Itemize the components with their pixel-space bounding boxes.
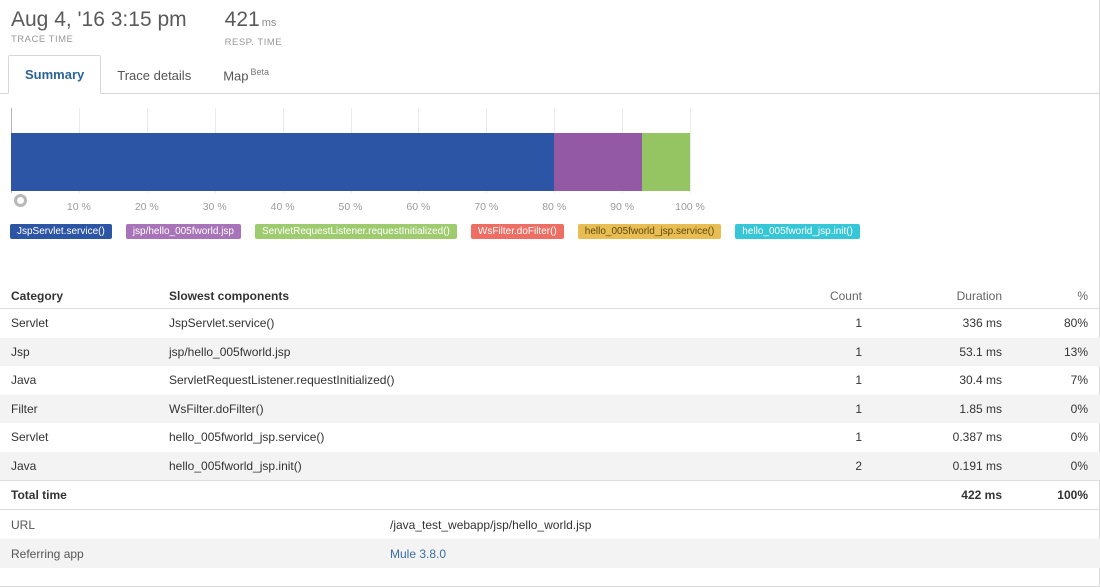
table-row[interactable]: Servlet hello_005fworld_jsp.service() 1 0.3…	[0, 423, 1100, 452]
stacked-bar[interactable]	[11, 133, 690, 191]
components-table: Category Slowest components Count Durati…	[0, 284, 1100, 568]
tick-label-50: 50 %	[338, 201, 363, 213]
tab-summary-label: Summary	[25, 67, 85, 82]
tick-label-100: 100 %	[675, 201, 705, 213]
table-body: Servlet JspServlet.service() 1 336 ms 80% Jsp…	[0, 309, 1100, 480]
chart-legend: JspServlet.service() jsp/hello_005fworld.…	[10, 224, 1090, 240]
legend-item-3[interactable]: WsFilter.doFilter()	[470, 224, 564, 239]
resp-time-label: RESP. TIME	[224, 37, 283, 48]
header-count: Count	[829, 289, 862, 303]
meta-row: URL/java_test_webapp/jsp/hello_world.jsp	[0, 510, 1100, 539]
legend-item-2[interactable]: ServletRequestListener.requestInitialize…	[254, 224, 457, 239]
tab-map-label: Map	[223, 68, 249, 83]
chart-zoom-handle-icon[interactable]	[14, 194, 27, 207]
bar-segment-0[interactable]	[11, 133, 555, 191]
resp-time-unit: ms	[261, 17, 277, 29]
table-row[interactable]: Filter WsFilter.doFilter() 1 1.85 ms 0%	[0, 394, 1100, 423]
tab-map[interactable]: Map Beta	[207, 54, 285, 94]
resp-time-value-wrap: 421 ms	[225, 8, 282, 35]
bar-segment-2[interactable]	[642, 133, 690, 191]
cell-duration: 53.1 ms	[959, 344, 1002, 359]
cell-count: 2	[855, 458, 862, 473]
cell-component: WsFilter.doFilter()	[169, 401, 264, 416]
tick-label-60: 60 %	[406, 201, 431, 213]
cell-percent: 0%	[1070, 458, 1088, 473]
cell-count: 1	[855, 316, 862, 331]
page-header: Aug 4, '16 3:15 pm TRACE TIME 421 ms RESP…	[0, 0, 1100, 52]
tab-trace-details-label: Trace details	[117, 68, 192, 83]
table-row[interactable]: Java hello_005fworld_jsp.init() 2 0.191 ms 0…	[0, 451, 1100, 480]
cell-percent: 0%	[1070, 430, 1088, 445]
cell-duration: 1.85 ms	[959, 401, 1002, 416]
cell-category: Java	[11, 373, 37, 388]
total-duration: 422 ms	[961, 488, 1002, 502]
cell-category: Servlet	[11, 430, 49, 445]
trace-time-value: Aug 4, '16 3:15 pm	[11, 8, 187, 31]
cell-count: 1	[855, 401, 862, 416]
tick-label-80: 80 %	[542, 201, 567, 213]
meta-row: Referring app Mule 3.8.0	[0, 539, 1100, 568]
tick-label-90: 90 %	[610, 201, 635, 213]
tab-trace-details[interactable]: Trace details	[101, 57, 207, 94]
legend-item-5[interactable]: hello_005fworld_jsp.init()	[735, 224, 860, 239]
table-total-row: Total time 422 ms 100%	[0, 480, 1100, 510]
header-component: Slowest components	[169, 289, 290, 303]
meta-key: Referring app	[11, 546, 84, 561]
tick-label-40: 40 %	[270, 201, 295, 213]
cell-component: ServletRequestListener.requestInitialize…	[169, 373, 395, 388]
resp-time-value: 421	[224, 8, 260, 31]
trace-time-metric: Aug 4, '16 3:15 pm TRACE TIME	[11, 8, 187, 45]
meta-value[interactable]: Mule 3.8.0	[390, 547, 1100, 561]
cell-component: JspServlet.service()	[169, 316, 275, 331]
cell-category: Filter	[11, 401, 38, 416]
cell-percent: 80%	[1063, 316, 1088, 331]
header-percent: %	[1077, 289, 1088, 303]
total-label: Total time	[11, 488, 67, 502]
cell-duration: 0.387 ms	[952, 430, 1002, 445]
trace-summary-page: Aug 4, '16 3:15 pm TRACE TIME 421 ms RESP…	[0, 0, 1100, 587]
duration-breakdown-chart: 10 % 20 % 30 % 40 % 50 % 60 % 70 % 80 % 90 % 100 …	[0, 108, 1100, 218]
cell-count: 1	[855, 373, 862, 388]
chart-x-tick-labels: 10 % 20 % 30 % 40 % 50 % 60 % 70 % 80 % 90 % 100 …	[0, 201, 1100, 217]
tick-label-20: 20 %	[134, 201, 159, 213]
tick-label-30: 30 %	[202, 201, 227, 213]
cell-duration: 0.191 ms	[952, 458, 1002, 473]
meta-value: /java_test_webapp/jsp/hello_world.jsp	[390, 517, 592, 532]
header-category: Category	[11, 289, 64, 303]
cell-component: hello_005fworld_jsp.init()	[169, 458, 302, 473]
header-duration: Duration	[956, 289, 1002, 303]
gridline-100	[690, 108, 691, 193]
table-row[interactable]: Jsp jsp/hello_005fworld.jsp 1 53.1 ms 13%	[0, 337, 1100, 366]
cell-duration: 336 ms	[962, 316, 1002, 331]
cell-percent: 7%	[1070, 373, 1088, 388]
table-header-row: Category Slowest components Count Durati…	[0, 284, 1100, 309]
cell-component: jsp/hello_005fworld.jsp	[169, 344, 291, 359]
tab-map-beta-badge: Beta	[250, 66, 269, 77]
cell-category: Java	[11, 458, 37, 473]
table-row[interactable]: Java ServletRequestListener.requestInitia…	[0, 366, 1100, 395]
trace-time-label: TRACE TIME	[11, 34, 74, 45]
cell-duration: 30.4 ms	[959, 373, 1002, 388]
legend-item-1[interactable]: jsp/hello_005fworld.jsp	[125, 224, 241, 239]
meta-key: URL	[11, 517, 36, 532]
cell-category: Jsp	[11, 344, 30, 359]
cell-category: Servlet	[11, 316, 49, 331]
cell-count: 1	[855, 430, 862, 445]
meta-list: URL/java_test_webapp/jsp/hello_world.jsp…	[0, 510, 1100, 568]
total-percent: 100%	[1057, 488, 1088, 502]
bar-segment-1[interactable]	[554, 133, 643, 191]
cell-component: hello_005fworld_jsp.service()	[169, 430, 325, 445]
legend-item-4[interactable]: hello_005fworld_jsp.service()	[577, 224, 722, 239]
cell-count: 1	[855, 344, 862, 359]
table-row[interactable]: Servlet JspServlet.service() 1 336 ms 80%	[0, 309, 1100, 338]
tab-bar: Summary Trace details Map Beta	[0, 54, 1100, 94]
cell-percent: 13%	[1063, 344, 1088, 359]
tick-label-70: 70 %	[474, 201, 499, 213]
tick-label-10: 10 %	[66, 201, 91, 213]
resp-time-metric: 421 ms RESP. TIME	[225, 8, 282, 48]
cell-percent: 0%	[1070, 401, 1088, 416]
tab-summary[interactable]: Summary	[8, 55, 102, 94]
legend-item-0[interactable]: JspServlet.service()	[10, 224, 112, 239]
